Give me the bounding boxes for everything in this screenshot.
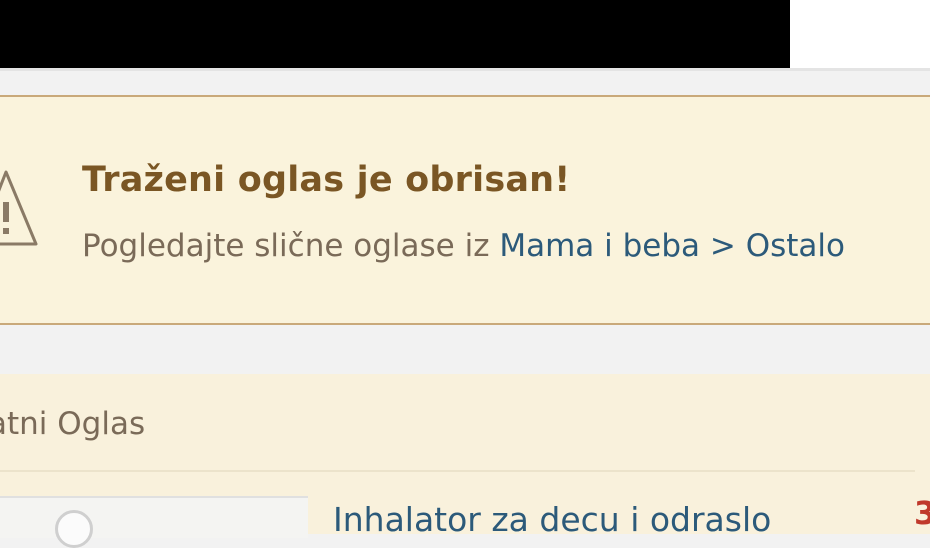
item-thumbnail[interactable] bbox=[0, 496, 308, 538]
listing-section-divider bbox=[0, 470, 915, 472]
warning-triangle-icon bbox=[0, 170, 38, 246]
thumbnail-image-detail bbox=[55, 510, 93, 548]
category-link[interactable]: Mama i beba > Ostalo bbox=[499, 228, 845, 264]
item-title-link[interactable]: Inhalator za decu i odraslo bbox=[333, 500, 771, 539]
top-header-bar bbox=[0, 0, 790, 68]
notice-message-prefix: Pogledajte slične oglase iz bbox=[82, 228, 490, 264]
top-header-right-area bbox=[790, 0, 930, 68]
notice-title: Traženi oglas je obrisan! bbox=[82, 160, 571, 200]
listing-section-title: atni Oglas bbox=[0, 406, 146, 442]
item-price: 3 bbox=[914, 494, 930, 532]
header-divider bbox=[0, 68, 930, 71]
deleted-ad-notice bbox=[0, 95, 930, 325]
notice-message: Pogledajte slične oglase iz Mama i beba … bbox=[82, 228, 845, 264]
